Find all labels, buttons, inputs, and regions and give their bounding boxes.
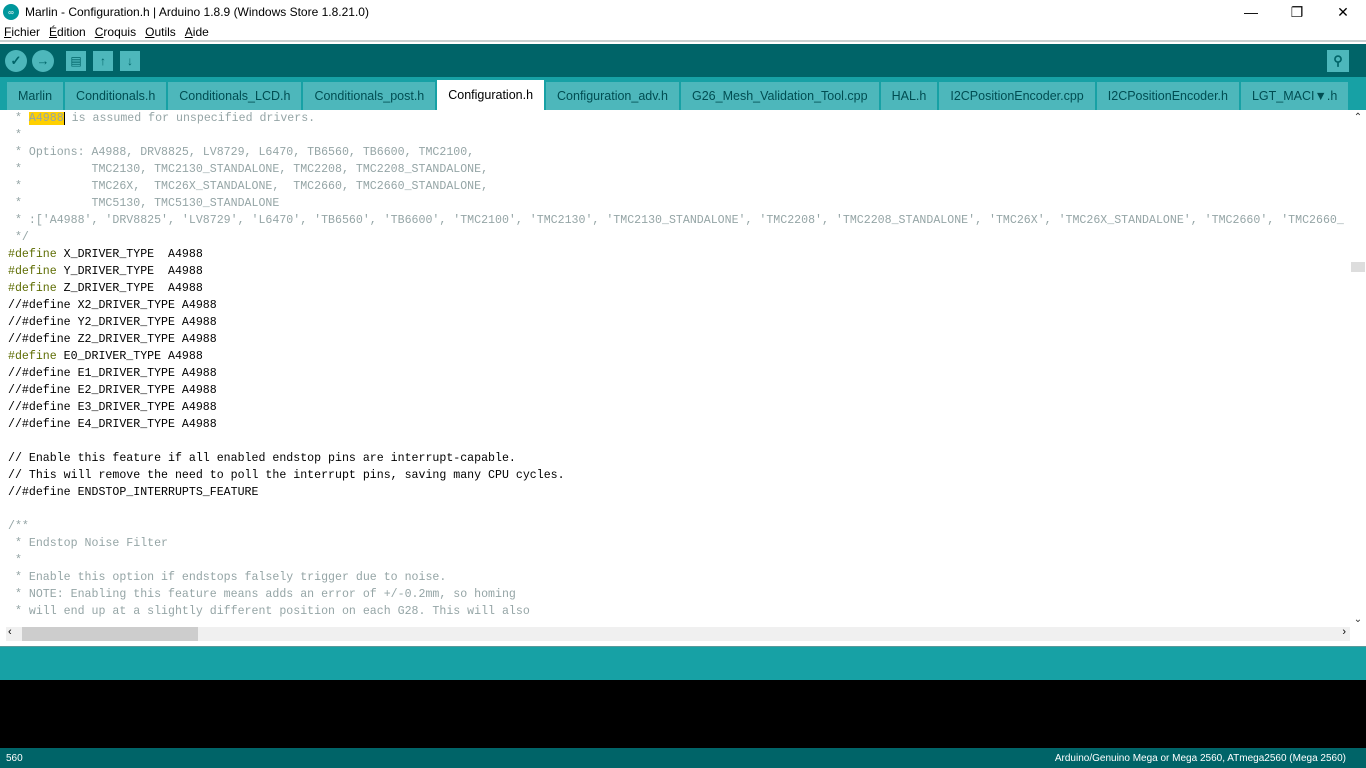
code-line: * TMC2130, TMC2130_STANDALONE, TMC2208, … [8, 163, 489, 176]
tab-configuration-h[interactable]: Configuration.h [437, 80, 546, 110]
new-button[interactable]: ▤ [66, 50, 86, 71]
arrow-right-icon: → [36, 53, 50, 68]
scroll-left-icon[interactable]: ‹ [8, 626, 12, 638]
tab-i2cpositionencoder-cpp[interactable]: I2CPositionEncoder.cpp [939, 82, 1096, 110]
code-line: * TMC26X, TMC26X_STANDALONE, TMC2660, TM… [8, 180, 489, 193]
code-text: Y_DRIVER_TYPE A4988 [56, 265, 203, 278]
code-line: */ [8, 231, 29, 244]
code-text: E0_DRIVER_TYPE A4988 [56, 350, 203, 363]
define-keyword: #define [8, 282, 57, 295]
magnifier-icon: ⚲ [1333, 53, 1343, 68]
tab-hal-h[interactable]: HAL.h [880, 82, 939, 110]
code-line: * Enable this option if endstops falsely… [8, 571, 447, 584]
code-line: // This will remove the need to poll the… [8, 469, 565, 482]
menu-fichier[interactable]: Fichier [4, 25, 40, 39]
tab-lgt-maci-h[interactable]: LGT_MACI▼.h [1240, 82, 1350, 110]
arrow-down-icon: ↓ [127, 53, 133, 68]
define-keyword: #define [8, 248, 57, 261]
title-bar: ∞ Marlin - Configuration.h | Arduino 1.8… [0, 0, 1366, 24]
code-line: #define Y_DRIVER_TYPE A4988 [8, 263, 1350, 280]
code-text: X_DRIVER_TYPE A4988 [56, 248, 203, 261]
code-text: is assumed for unspecified drivers. [64, 112, 316, 125]
code-line: * will end up at a slightly different po… [8, 605, 530, 618]
verify-button[interactable]: ✓ [5, 49, 27, 72]
tab-configuration-adv-h[interactable]: Configuration_adv.h [546, 82, 680, 110]
console-output [0, 680, 1366, 748]
scroll-right-icon[interactable]: › [1342, 626, 1346, 638]
code-text: Z_DRIVER_TYPE A4988 [56, 282, 203, 295]
code-line: * Endstop Noise Filter [8, 537, 169, 550]
arduino-logo-icon: ∞ [3, 4, 19, 20]
code-line: * [8, 554, 22, 567]
open-button[interactable]: ↑ [93, 50, 113, 71]
minimize-button[interactable]: — [1228, 4, 1274, 21]
menu-aide[interactable]: Aide [185, 25, 209, 39]
code-line: * NOTE: Enabling this feature means adds… [8, 588, 516, 601]
board-info: Arduino/Genuino Mega or Mega 2560, ATmeg… [1054, 752, 1346, 764]
menu-outils[interactable]: Outils [145, 25, 176, 39]
code-line: #define Z_DRIVER_TYPE A4988 [8, 280, 1350, 297]
code-line: // Enable this feature if all enabled en… [8, 452, 516, 465]
scroll-thumb[interactable] [22, 627, 198, 641]
define-keyword: #define [8, 350, 57, 363]
window-title: Marlin - Configuration.h | Arduino 1.8.9… [25, 5, 369, 19]
code-line: #define X_DRIVER_TYPE A4988 [8, 246, 1350, 263]
define-keyword: #define [8, 265, 57, 278]
close-button[interactable]: ✕ [1320, 4, 1366, 21]
code-line: //#define E3_DRIVER_TYPE A4988 [8, 401, 217, 414]
maximize-button[interactable]: ❐ [1274, 4, 1320, 21]
search-highlight: A4988 [28, 112, 64, 125]
status-bar: 560 Arduino/Genuino Mega or Mega 2560, A… [0, 748, 1366, 768]
code-line: //#define E2_DRIVER_TYPE A4988 [8, 384, 217, 397]
code-line: * A4988 is assumed for unspecified drive… [8, 112, 316, 125]
code-line: //#define E4_DRIVER_TYPE A4988 [8, 418, 217, 431]
code-line: * :['A4988', 'DRV8825', 'LV8729', 'L6470… [8, 214, 1344, 227]
menu-edition[interactable]: Édition [49, 25, 86, 39]
code-line: //#define X2_DRIVER_TYPE A4988 [8, 299, 217, 312]
serial-monitor-button[interactable]: ⚲ [1327, 50, 1349, 72]
vertical-scrollbar[interactable]: ⌃ ⌄ [1350, 110, 1366, 627]
tab-conditionals-h[interactable]: Conditionals.h [65, 82, 168, 110]
code-editor[interactable]: * A4988 is assumed for unspecified drive… [0, 110, 1350, 627]
code-line: /** [8, 520, 29, 533]
save-button[interactable]: ↓ [120, 50, 140, 71]
scroll-up-icon[interactable]: ⌃ [1350, 112, 1366, 123]
code-line: * Options: A4988, DRV8825, LV8729, L6470… [8, 146, 475, 159]
code-line: * [8, 129, 22, 142]
file-tabs: Marlin Conditionals.h Conditionals_LCD.h Co… [0, 77, 1366, 110]
tab-marlin[interactable]: Marlin [7, 82, 65, 110]
new-file-icon: ▤ [70, 53, 82, 68]
toolbar: ✓ → ▤ ↑ ↓ ⚲ [0, 44, 1366, 77]
arrow-up-icon: ↑ [100, 53, 106, 68]
code-line: //#define Z2_DRIVER_TYPE A4988 [8, 333, 217, 346]
check-icon: ✓ [10, 52, 22, 68]
console-divider[interactable] [0, 646, 1366, 680]
scroll-down-icon[interactable]: ⌄ [1350, 614, 1366, 625]
tab-i2cpositionencoder-h[interactable]: I2CPositionEncoder.h [1096, 82, 1240, 110]
code-line: * TMC5130, TMC5130_STANDALONE [8, 197, 280, 210]
code-line: //#define Y2_DRIVER_TYPE A4988 [8, 316, 217, 329]
horizontal-scrollbar[interactable]: ‹ › [6, 626, 1350, 641]
tab-g26-mesh-validation-tool-cpp[interactable]: G26_Mesh_Validation_Tool.cpp [681, 82, 880, 110]
tab-conditionals-post-h[interactable]: Conditionals_post.h [303, 82, 437, 110]
upload-button[interactable]: → [32, 49, 54, 72]
menu-bar: Fichier Édition Croquis Outils Aide [0, 24, 1366, 42]
code-line: //#define E1_DRIVER_TYPE A4988 [8, 367, 217, 380]
tab-conditionals-lcd-h[interactable]: Conditionals_LCD.h [168, 82, 303, 110]
line-number: 560 [6, 752, 23, 764]
scroll-thumb[interactable] [1351, 262, 1365, 272]
code-line: #define E0_DRIVER_TYPE A4988 [8, 348, 1350, 365]
code-line: //#define ENDSTOP_INTERRUPTS_FEATURE [8, 486, 259, 499]
menu-croquis[interactable]: Croquis [95, 25, 136, 39]
